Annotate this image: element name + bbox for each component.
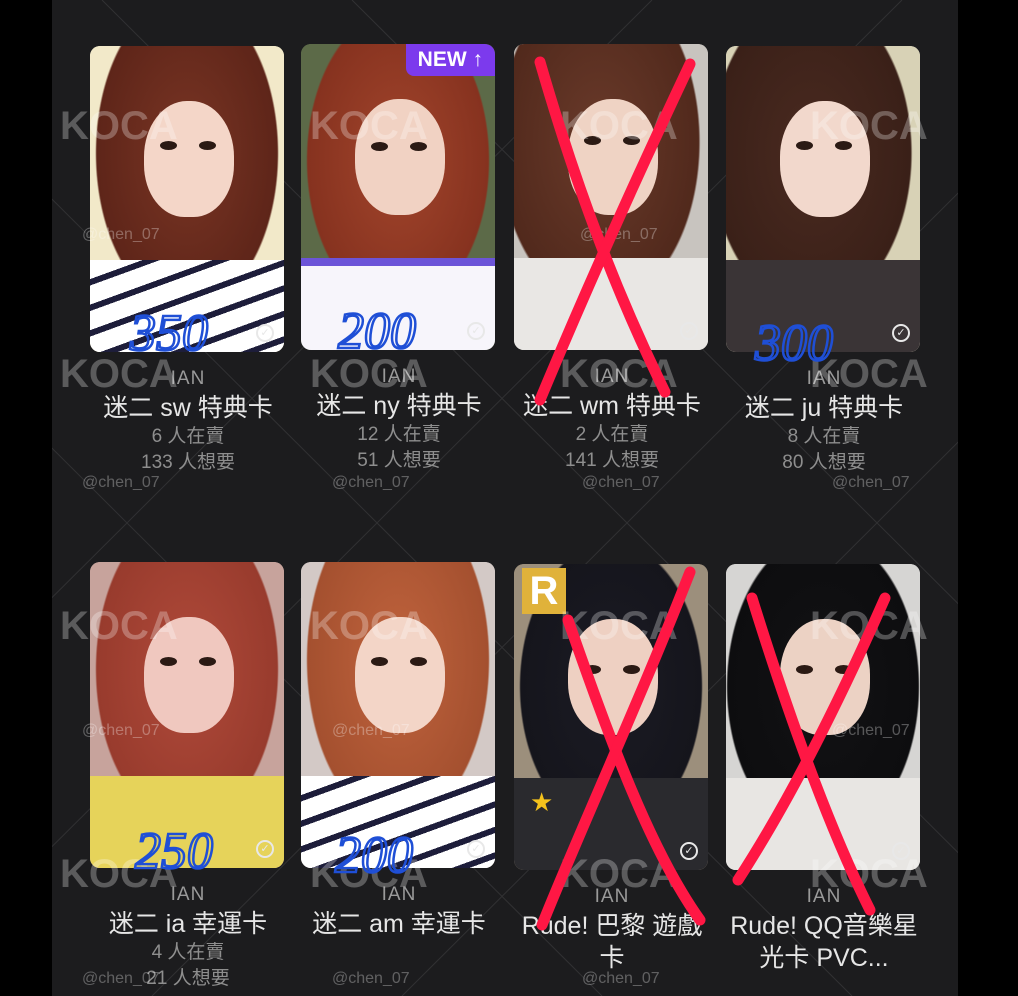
card-photo[interactable]: ✓ [514,44,708,350]
watermark-handle: @chen_07 [332,722,410,739]
wanting-count: 141 人想要 [565,450,659,471]
watermark-logo: KOCA [560,104,678,148]
selling-count: 12 人在賣 [357,424,441,445]
watermark-logo: KOCA [810,604,928,648]
check-circle-icon[interactable]: ✓ [256,324,274,342]
watermark-logo: KOCA [60,604,178,648]
check-circle-icon[interactable]: ✓ [680,322,698,340]
photocard-grid-panel: ✓ IAN 迷二 sw 特典卡 6 人在賣 133 人想要 NEW ↑ ✓ IA… [52,0,958,996]
watermark-logo: KOCA [60,852,178,896]
watermark-handle: @chen_07 [582,474,660,491]
check-circle-icon[interactable]: ✓ [256,840,274,858]
watermark-handle: @chen_07 [82,970,160,987]
card-title[interactable]: Rude! 巴黎 遊戲卡 [514,910,710,974]
card-photo[interactable]: ✓ [726,46,920,352]
watermark-logo: KOCA [310,104,428,148]
watermark-logo: KOCA [560,604,678,648]
watermark-logo: KOCA [810,104,928,148]
selling-count: 8 人在賣 [787,426,861,447]
new-badge: NEW ↑ [405,44,495,76]
watermark-handle: @chen_07 [82,474,160,491]
watermark-handle: @chen_07 [332,474,410,491]
check-circle-icon[interactable]: ✓ [467,840,485,858]
watermark-logo: KOCA [310,852,428,896]
card-photo[interactable]: NEW ↑ ✓ [301,44,495,350]
star-icon: ★ [530,788,554,818]
watermark-logo: KOCA [560,852,678,896]
watermark-logo: KOCA [560,352,678,396]
wanting-count: 133 人想要 [141,452,235,473]
watermark-handle: @chen_07 [580,226,658,243]
selling-count: 4 人在賣 [151,942,225,963]
watermark-logo: KOCA [60,104,178,148]
wanting-count: 80 人想要 [782,452,866,473]
card-title[interactable]: 迷二 ia 幸運卡 [90,908,286,940]
watermark-handle: @chen_07 [832,474,910,491]
watermark-logo: KOCA [60,352,178,396]
check-circle-icon[interactable]: ✓ [467,322,485,340]
watermark-handle: @chen_07 [832,722,910,739]
check-circle-icon[interactable]: ✓ [680,842,698,860]
selling-count: 2 人在賣 [575,424,649,445]
card-title[interactable]: Rude! QQ音樂星光卡 PVC... [726,910,922,974]
watermark-handle: @chen_07 [582,970,660,987]
watermark-logo: KOCA [810,352,928,396]
watermark-handle: @chen_07 [82,722,160,739]
watermark-handle: @chen_07 [332,970,410,987]
screenshot-frame: ✓ IAN 迷二 sw 特典卡 6 人在賣 133 人想要 NEW ↑ ✓ IA… [0,0,1018,996]
selling-count: 6 人在賣 [151,426,225,447]
watermark-logo: KOCA [810,852,928,896]
card-title[interactable]: 迷二 am 幸運卡 [301,908,497,940]
watermark-logo: KOCA [310,604,428,648]
watermark-handle: @chen_07 [82,226,160,243]
watermark-logo: KOCA [310,352,428,396]
card-photo[interactable]: ✓ [90,46,284,352]
wanting-count: 51 人想要 [357,450,441,471]
check-circle-icon[interactable]: ✓ [892,324,910,342]
